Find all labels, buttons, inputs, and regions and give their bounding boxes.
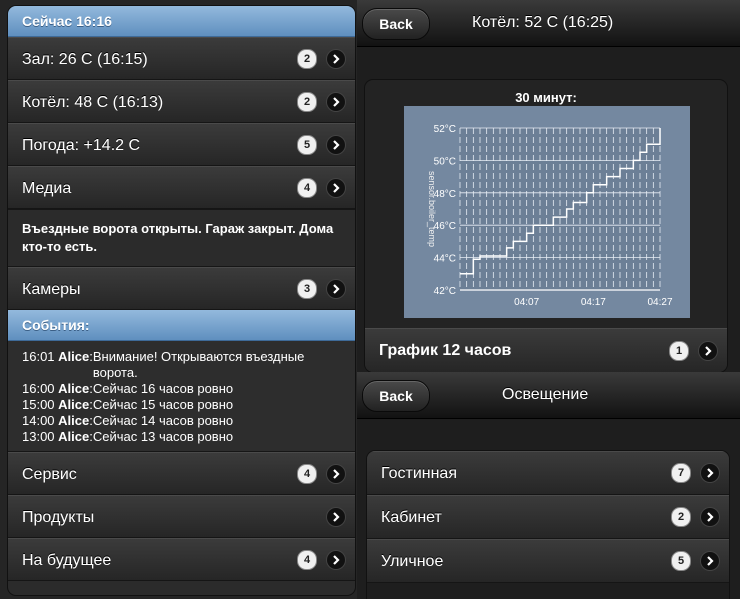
list-item-label: График 12 часов: [379, 342, 512, 359]
event-message: Внимание! Открываются въездные ворота.: [92, 349, 305, 380]
back-button[interactable]: Back: [362, 8, 430, 40]
chevron-right-icon: [327, 464, 345, 483]
event-message: Сейчас 14 часов ровно: [92, 413, 234, 428]
chevron-right-icon: [701, 552, 719, 570]
list-item-label: Котёл: 48 C (16:13): [22, 94, 164, 111]
chevron-right-icon: [701, 508, 719, 526]
events-log: 16:01 Alice: Внимание! Открываются въездн…: [8, 341, 355, 452]
left-panel: Сейчас 16:16 Зал: 26 C (16:15) 2 Котёл: …: [0, 0, 357, 599]
chevron-right-icon: [327, 507, 345, 526]
event-time: 13:00: [22, 429, 55, 444]
list-item-label: Кабинет: [381, 509, 442, 526]
event-entry: 15:00 Alice: Сейчас 15 часов ровно: [22, 397, 234, 412]
chevron-right-icon: [699, 341, 717, 360]
event-time: 16:01: [22, 349, 55, 364]
page-title: Освещение: [502, 386, 589, 403]
event-time: 14:00: [22, 413, 55, 428]
event-author: Alice: [58, 413, 90, 428]
y-axis-label: sensor.boiler_temp: [427, 171, 437, 247]
count-bubble: 4: [297, 549, 317, 570]
list-item-outdoor[interactable]: Уличное 5: [367, 539, 729, 583]
event-author: Alice: [58, 397, 90, 412]
event-message: Сейчас 13 часов ровно: [92, 429, 234, 444]
count-bubble: 2: [297, 48, 317, 69]
list-item-living-room[interactable]: Гостинная 7: [367, 451, 729, 495]
count-bubble: 5: [671, 551, 691, 571]
list-item-hall[interactable]: Зал: 26 C (16:15) 2: [8, 37, 355, 80]
list-item-label: Камеры: [22, 281, 81, 298]
list-item-cameras[interactable]: Камеры 3: [8, 267, 355, 310]
list-item-future[interactable]: На будущее 4: [8, 538, 355, 581]
chevron-right-icon: [701, 464, 719, 482]
right-panel: Back Котёл: 52 C (16:25) 30 минут: 52°C 5…: [357, 0, 740, 599]
list-item-label: На будущее: [22, 552, 112, 569]
count-bubble: 3: [297, 278, 317, 299]
back-button[interactable]: Back: [362, 380, 430, 412]
temperature-chart: 52°C50°C48°C46°C44°C42°C04:07 04:17 04:27s…: [404, 106, 690, 318]
list-item-label: Сервис: [22, 466, 77, 483]
boiler-header: Back Котёл: 52 C (16:25): [357, 0, 740, 47]
lighting-header: Back Освещение: [357, 372, 740, 419]
list-item-label: Гостинная: [381, 465, 457, 482]
event-author: Alice: [58, 429, 90, 444]
chart-card: 30 минут: 52°C 50°C 48°C 46°C 44°C 42°C 04:07 0…: [365, 80, 727, 372]
event-author: Alice: [58, 381, 90, 396]
page-title: Котёл: 52 C (16:25): [472, 14, 614, 31]
count-bubble: 4: [297, 177, 317, 198]
event-time: 15:00: [22, 397, 55, 412]
event-entry: 13:00 Alice: Сейчас 13 часов ровно: [22, 429, 234, 444]
count-bubble: 2: [297, 91, 317, 112]
lighting-list: Гостинная 7 Кабинет 2 Уличное 5: [367, 451, 729, 599]
list-item-label: Уличное: [381, 553, 444, 570]
x-tick-label: 04:17: [581, 297, 606, 308]
y-tick-label: 42°C: [434, 286, 456, 297]
chart-12h-item[interactable]: График 12 часов 1: [365, 328, 727, 372]
chevron-right-icon: [327, 550, 345, 569]
chevron-right-icon: [327, 92, 345, 111]
count-bubble: 1: [669, 340, 689, 361]
list-item-office[interactable]: Кабинет 2: [367, 495, 729, 539]
list-item-boiler[interactable]: Котёл: 48 C (16:13) 2: [8, 80, 355, 123]
list-item-label: Медиа: [22, 180, 72, 197]
count-bubble: 2: [671, 507, 691, 527]
list-item-media[interactable]: Медиа 4: [8, 166, 355, 209]
main-list: Сейчас 16:16 Зал: 26 C (16:15) 2 Котёл: …: [8, 6, 355, 595]
chevron-right-icon: [327, 49, 345, 68]
x-tick-label: 04:27: [647, 297, 672, 308]
count-bubble: 5: [297, 134, 317, 155]
event-time: 16:00: [22, 381, 55, 396]
list-item-weather[interactable]: Погода: +14.2 C 5: [8, 123, 355, 166]
event-message: Сейчас 15 часов ровно: [92, 397, 234, 412]
count-bubble: 4: [297, 463, 317, 484]
event-author: Alice: [58, 349, 90, 364]
event-entry: 14:00 Alice: Сейчас 14 часов ровно: [22, 413, 234, 428]
chevron-right-icon: [327, 279, 345, 298]
list-divider-now: Сейчас 16:16: [8, 6, 355, 37]
x-tick-label: 04:07: [514, 297, 539, 308]
y-tick-label: 52°C: [434, 124, 456, 135]
chevron-right-icon: [327, 178, 345, 197]
list-item-label: Продукты: [22, 509, 95, 526]
chart-title: 30 минут:: [515, 90, 577, 105]
y-tick-label: 50°C: [434, 156, 456, 167]
list-item-products[interactable]: Продукты: [8, 495, 355, 538]
event-message: Сейчас 16 часов ровно: [92, 381, 234, 396]
home-status-text: Въездные ворота открыты. Гараж закрыт. Д…: [8, 209, 355, 267]
list-divider-events: События:: [8, 310, 355, 341]
list-item-service[interactable]: Сервис 4: [8, 452, 355, 495]
event-entry: 16:00 Alice: Сейчас 16 часов ровно: [22, 381, 234, 396]
list-item-label: Зал: 26 C (16:15): [22, 51, 148, 68]
event-entry: 16:01 Alice: Внимание! Открываются въездн…: [22, 349, 341, 381]
count-bubble: 7: [671, 463, 691, 483]
y-tick-label: 44°C: [434, 254, 456, 265]
list-item-label: Погода: +14.2 C: [22, 137, 141, 154]
chevron-right-icon: [327, 135, 345, 154]
